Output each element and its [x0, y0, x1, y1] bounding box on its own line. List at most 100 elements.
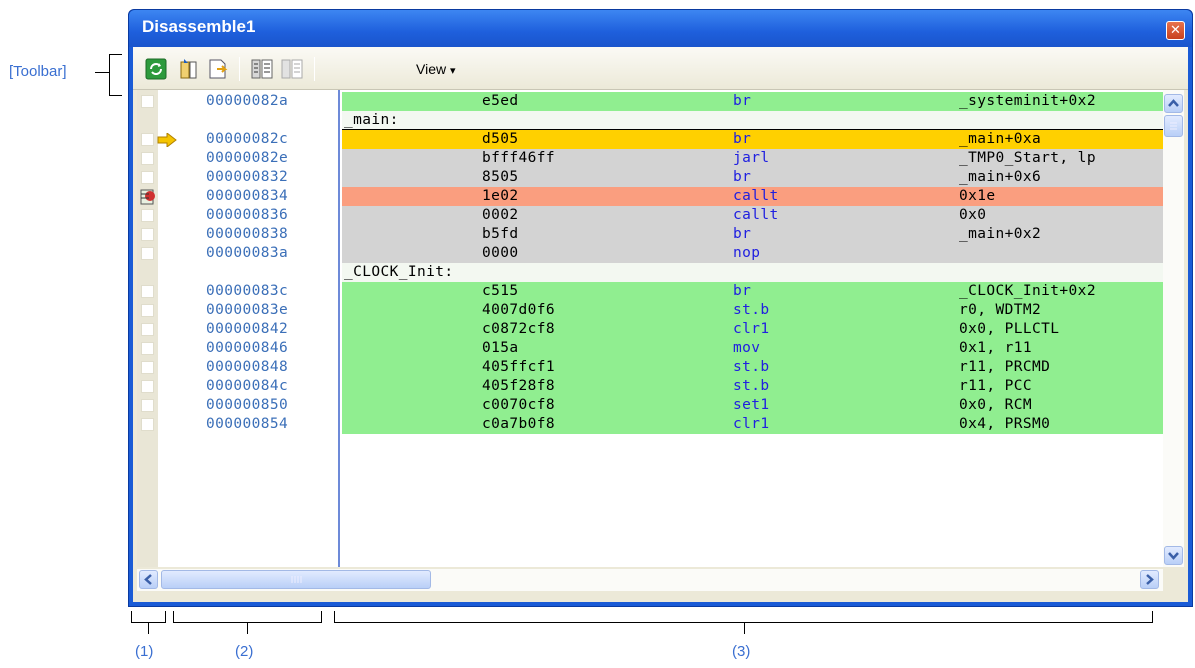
- address: 000000842: [206, 321, 289, 337]
- instruction-code: c0070cf8: [482, 397, 556, 413]
- area3-bracket-tick: [744, 623, 745, 634]
- horizontal-scrollbar[interactable]: [137, 569, 1163, 591]
- event-slot[interactable]: [141, 247, 154, 260]
- scroll-up-button[interactable]: [1164, 94, 1183, 113]
- address: 00000083a: [206, 245, 289, 261]
- window-client: View ▾ 00000082a e5ed br _systeminit+0x2 _ma…: [133, 47, 1188, 602]
- symbol-label-row[interactable]: _main:: [137, 111, 1163, 130]
- toolbar-annotation: [Toolbar]: [9, 63, 67, 80]
- chevron-down-icon: ▾: [449, 65, 456, 77]
- instruction-operand: 0x1, r11: [959, 340, 1033, 356]
- event-slot[interactable]: [141, 171, 154, 184]
- breakpoint-event-icon[interactable]: [139, 188, 159, 206]
- instruction-mnemonic: br: [733, 131, 752, 147]
- instruction-operand: r11, PCC: [959, 378, 1033, 394]
- vertical-scrollbar[interactable]: [1163, 90, 1184, 567]
- horizontal-scroll-thumb[interactable]: [161, 570, 431, 589]
- instruction-mnemonic: st.b: [733, 378, 770, 394]
- event-slot[interactable]: [141, 95, 154, 108]
- chevron-left-icon: [144, 574, 152, 585]
- disassembly-row[interactable]: 00000082c d505 br _main+0xa: [137, 130, 1163, 149]
- symbol-label-row[interactable]: _CLOCK_Init:: [137, 263, 1163, 282]
- instruction-mnemonic: br: [733, 226, 752, 242]
- instruction-code: 405ffcf1: [482, 359, 556, 375]
- area1-bracket: [131, 611, 166, 623]
- event-slot[interactable]: [141, 361, 154, 374]
- disassembly-row[interactable]: 000000836 0002 callt 0x0: [137, 206, 1163, 225]
- disassembly-row[interactable]: 00000082a e5ed br _systeminit+0x2: [137, 92, 1163, 111]
- disassembly-row[interactable]: 00000082e bfff46ff jarl _TMP0_Start, lp: [137, 149, 1163, 168]
- address: 00000083e: [206, 302, 289, 318]
- disassembly-row[interactable]: 000000842 c0872cf8 clr1 0x0, PLLCTL: [137, 320, 1163, 339]
- instruction-mnemonic: mov: [733, 340, 761, 356]
- label-row-background: [342, 263, 1163, 282]
- disassembly-row[interactable]: 00000083a 0000 nop: [137, 244, 1163, 263]
- refresh-button[interactable]: [144, 57, 168, 81]
- show-offset-button[interactable]: [280, 57, 304, 81]
- instruction-code: bfff46ff: [482, 150, 556, 166]
- event-slot[interactable]: [141, 399, 154, 412]
- instruction-code: c0872cf8: [482, 321, 556, 337]
- close-button[interactable]: ✕: [1166, 21, 1185, 40]
- chevron-up-icon: [1168, 99, 1179, 107]
- disassembly-row[interactable]: 000000848 405ffcf1 st.b r11, PRCMD: [137, 358, 1163, 377]
- event-slot[interactable]: [141, 152, 154, 165]
- disassembly-row[interactable]: 00000084c 405f28f8 st.b r11, PCC: [137, 377, 1163, 396]
- go-to-symbol-icon: [180, 59, 197, 79]
- area2-bracket: [173, 611, 322, 623]
- view-menu-button[interactable]: View ▾: [416, 61, 456, 77]
- show-code-icon: [251, 59, 273, 79]
- go-to-symbol-button[interactable]: [176, 57, 200, 81]
- instruction-mnemonic: set1: [733, 397, 770, 413]
- area3-bracket: [334, 611, 1153, 623]
- disassembly-row[interactable]: 000000834 1e02 callt 0x1e: [137, 187, 1163, 206]
- event-slot[interactable]: [141, 380, 154, 393]
- disassembly-row[interactable]: 000000832 8505 br _main+0x6: [137, 168, 1163, 187]
- label-separator: [342, 129, 1163, 130]
- instruction-operand: r11, PRCMD: [959, 359, 1051, 375]
- instruction-mnemonic: callt: [733, 188, 779, 204]
- event-slot[interactable]: [141, 285, 154, 298]
- address: 00000082a: [206, 93, 289, 109]
- event-slot[interactable]: [141, 133, 154, 146]
- scroll-left-button[interactable]: [139, 570, 158, 589]
- event-slot[interactable]: [141, 342, 154, 355]
- show-code-button[interactable]: [250, 57, 274, 81]
- event-slot[interactable]: [141, 323, 154, 336]
- disassembly-row[interactable]: 00000083e 4007d0f6 st.b r0, WDTM2: [137, 301, 1163, 320]
- area1-annotation: (1): [135, 643, 154, 660]
- disassembly-row[interactable]: 00000083c c515 br _CLOCK_Init+0x2: [137, 282, 1163, 301]
- instruction-code: d505: [482, 131, 519, 147]
- instruction-mnemonic: br: [733, 93, 752, 109]
- instruction-mnemonic: clr1: [733, 416, 770, 432]
- show-offset-icon: [281, 59, 303, 79]
- instruction-operand: _CLOCK_Init+0x2: [959, 283, 1096, 299]
- scroll-right-button[interactable]: [1140, 570, 1159, 589]
- area3-annotation: (3): [732, 643, 751, 660]
- instruction-operand: _TMP0_Start, lp: [959, 150, 1096, 166]
- instruction-mnemonic: st.b: [733, 359, 770, 375]
- instruction-mnemonic: nop: [733, 245, 761, 261]
- chevron-right-icon: [1146, 574, 1154, 585]
- disassembly-area[interactable]: 00000082a e5ed br _systeminit+0x2 _main: 0000…: [137, 90, 1163, 567]
- event-slot[interactable]: [141, 418, 154, 431]
- disassembly-row[interactable]: 000000846 015a mov 0x1, r11: [137, 339, 1163, 358]
- instruction-mnemonic: br: [733, 283, 752, 299]
- chevron-down-icon: [1168, 552, 1179, 560]
- toolbar-separator: [314, 57, 315, 81]
- disassembly-row[interactable]: 000000838 b5fd br _main+0x2: [137, 225, 1163, 244]
- instruction-code: 1e02: [482, 188, 519, 204]
- window-title: Disassemble1: [142, 17, 256, 36]
- instruction-code: c0a7b0f8: [482, 416, 556, 432]
- disassembly-row[interactable]: 000000850 c0070cf8 set1 0x0, RCM: [137, 396, 1163, 415]
- disassembly-row[interactable]: 000000854 c0a7b0f8 clr1 0x4, PRSM0: [137, 415, 1163, 434]
- save-button[interactable]: [206, 57, 230, 81]
- instruction-operand: 0x4, PRSM0: [959, 416, 1051, 432]
- instruction-operand: _systeminit+0x2: [959, 93, 1096, 109]
- instruction-mnemonic: callt: [733, 207, 779, 223]
- vertical-scroll-thumb[interactable]: [1164, 115, 1183, 137]
- event-slot[interactable]: [141, 228, 154, 241]
- scroll-down-button[interactable]: [1164, 546, 1183, 565]
- event-slot[interactable]: [141, 209, 154, 222]
- event-slot[interactable]: [141, 304, 154, 317]
